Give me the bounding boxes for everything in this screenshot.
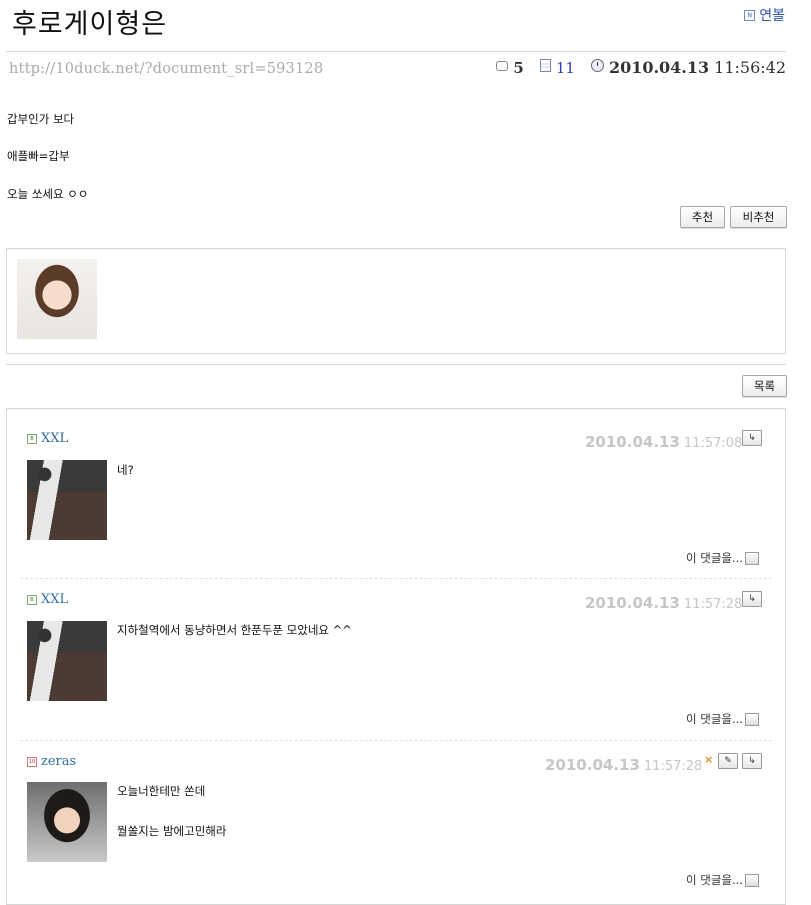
post-title: 후로게이형은 (12, 9, 168, 40)
author-signature-box (6, 248, 786, 354)
not-recommend-button[interactable]: 비추천 (730, 206, 787, 228)
comment-text: 지하철역에서 동냥하면서 한푼두푼 모았네요 ^^ (117, 623, 352, 637)
comment-date: 2010.04.13 (545, 756, 640, 774)
comment-author[interactable]: B XXL (27, 592, 68, 607)
comment-reply-action[interactable]: 이 댓글을... (686, 711, 759, 727)
post-line: 오늘 쏘세요 ㅇㅇ (7, 187, 89, 201)
comment-datetime: 2010.04.13 11:57:28 (545, 756, 702, 774)
comment-text: 뭘쏠지는 밤에고민해라 (117, 824, 227, 838)
comment-avatar (27, 460, 107, 540)
comment-reply-label[interactable]: 이 댓글을... (686, 550, 743, 566)
comment-avatar (27, 621, 107, 701)
comment-date: 2010.04.13 (585, 433, 680, 451)
comment-count: 5 (513, 58, 524, 77)
comment-author-name[interactable]: XXL (41, 592, 68, 607)
list-button[interactable]: 목록 (742, 375, 787, 397)
comment-author[interactable]: B XXL (27, 431, 68, 446)
post-time: 11:56:42 (714, 58, 786, 77)
post-date: 2010.04.13 (608, 58, 710, 77)
comment-separator (20, 578, 772, 579)
reply-arrow-icon[interactable]: ↳ (742, 753, 762, 769)
comment-date: 2010.04.13 (585, 594, 680, 612)
reply-arrow-icon[interactable]: ↳ (742, 591, 762, 607)
author-link[interactable]: N 연볼 (744, 5, 785, 25)
comment-reply-action[interactable]: 이 댓글을... (686, 872, 759, 888)
comment-datetime: 2010.04.13 11:57:28 (585, 594, 742, 612)
speech-bubble-icon (496, 60, 509, 71)
eraser-icon[interactable]: ✎ (718, 753, 738, 769)
reply-icon[interactable] (744, 873, 759, 887)
comment-separator (20, 740, 772, 741)
post-line: 갑부인가 보다 (7, 112, 75, 126)
read-count: 11 (555, 58, 575, 77)
comment-author[interactable]: 10 zeras (27, 754, 76, 769)
comment-reply-action[interactable]: 이 댓글을... (686, 550, 759, 566)
member-badge-icon: B (27, 594, 37, 605)
document-icon (539, 59, 551, 72)
comment-text: 오늘너한테만 쏜데 (117, 784, 206, 798)
comment-datetime: 2010.04.13 11:57:08 (585, 433, 742, 451)
author-name[interactable]: 연볼 (759, 5, 785, 25)
comment-reply-label[interactable]: 이 댓글을... (686, 872, 743, 888)
post-url[interactable]: http://10duck.net/?document_srl=593128 (9, 61, 323, 77)
comment-avatar (27, 782, 107, 862)
reply-arrow-icon[interactable]: ↳ (742, 430, 762, 446)
recommend-button[interactable]: 추천 (680, 206, 725, 228)
reply-icon[interactable] (744, 712, 759, 726)
comment-reply-label[interactable]: 이 댓글을... (686, 711, 743, 727)
post-meta: 5 11 2010.04.13 11:56:42 (496, 58, 786, 77)
comment-time: 11:57:28 (643, 759, 703, 774)
member-badge-icon: B (27, 433, 37, 444)
x-icon[interactable]: × (704, 753, 713, 766)
comment-time: 11:57:28 (683, 597, 743, 612)
divider (6, 364, 786, 365)
member-badge-icon: 10 (27, 756, 37, 767)
divider (6, 51, 786, 52)
author-avatar (17, 259, 97, 339)
profile-icon: N (744, 9, 756, 21)
comment-author-name[interactable]: zeras (41, 754, 76, 769)
reply-icon[interactable] (744, 551, 759, 565)
comment-author-name[interactable]: XXL (41, 431, 68, 446)
post-line: 애플빠=갑부 (7, 149, 70, 163)
clock-icon (590, 58, 604, 72)
comment-time: 11:57:08 (683, 436, 743, 451)
comment-text: 네? (117, 463, 134, 477)
